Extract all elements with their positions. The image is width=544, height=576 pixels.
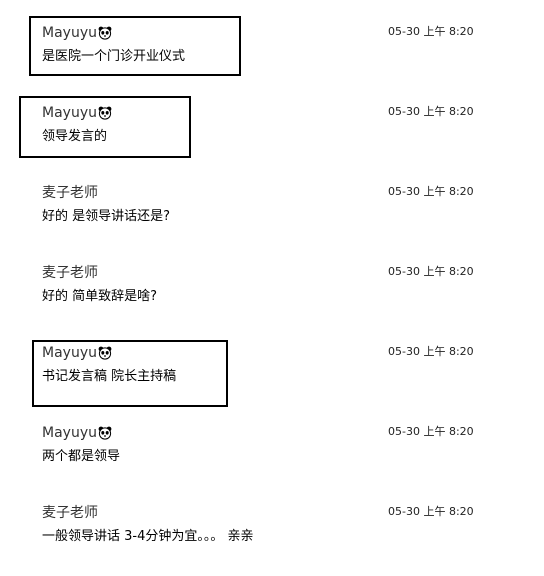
message-sender: Mayuyu xyxy=(42,104,112,122)
chat-message: 麦子老师 05-30 上午 8:20 好的 简单致辞是啥? xyxy=(0,255,544,335)
chat-message: Mayuyu 05-30 上午 8:20 是医院一个门诊开业仪式 xyxy=(0,15,544,95)
message-timestamp: 05-30 上午 8:20 xyxy=(388,265,474,278)
sender-name: Mayuyu xyxy=(42,105,97,121)
message-timestamp: 05-30 上午 8:20 xyxy=(388,425,474,438)
panda-emoji-icon xyxy=(98,346,112,360)
message-sender: Mayuyu xyxy=(42,24,112,42)
chat-message: Mayuyu 05-30 上午 8:20 领导发言的 xyxy=(0,95,544,175)
message-text: 领导发言的 xyxy=(42,129,108,144)
panda-emoji-icon xyxy=(98,26,112,40)
sender-name: Mayuyu xyxy=(42,425,97,441)
message-text: 一般领导讲话 3-4分钟为宜。。。 亲亲 xyxy=(42,529,254,544)
message-timestamp: 05-30 上午 8:20 xyxy=(388,185,474,198)
chat-message: Mayuyu 05-30 上午 8:20 两个都是领导 xyxy=(0,415,544,495)
message-sender: Mayuyu xyxy=(42,344,112,362)
message-text: 书记发言稿 院长主持稿 xyxy=(42,369,177,384)
panda-emoji-icon xyxy=(98,426,112,440)
message-sender: 麦子老师 xyxy=(42,184,98,202)
message-timestamp: 05-30 上午 8:20 xyxy=(388,345,474,358)
chat-message: 麦子老师 05-30 上午 8:20 好的 是领导讲话还是? xyxy=(0,175,544,255)
chat-message: 麦子老师 05-30 上午 8:20 一般领导讲话 3-4分钟为宜。。。 亲亲 xyxy=(0,495,544,575)
sender-name: 麦子老师 xyxy=(42,505,98,521)
message-text: 两个都是领导 xyxy=(42,449,121,464)
chat-message: Mayuyu 05-30 上午 8:20 书记发言稿 院长主持稿 xyxy=(0,335,544,415)
message-text: 好的 是领导讲话还是? xyxy=(42,209,171,224)
message-sender: 麦子老师 xyxy=(42,264,98,282)
panda-emoji-icon xyxy=(98,106,112,120)
message-text: 是医院一个门诊开业仪式 xyxy=(42,49,186,64)
message-text: 好的 简单致辞是啥? xyxy=(42,289,158,304)
sender-name: Mayuyu xyxy=(42,25,97,41)
message-timestamp: 05-30 上午 8:20 xyxy=(388,505,474,518)
message-timestamp: 05-30 上午 8:20 xyxy=(388,105,474,118)
sender-name: 麦子老师 xyxy=(42,185,98,201)
message-sender: Mayuyu xyxy=(42,424,112,442)
message-sender: 麦子老师 xyxy=(42,504,98,522)
sender-name: Mayuyu xyxy=(42,345,97,361)
message-timestamp: 05-30 上午 8:20 xyxy=(388,25,474,38)
sender-name: 麦子老师 xyxy=(42,265,98,281)
